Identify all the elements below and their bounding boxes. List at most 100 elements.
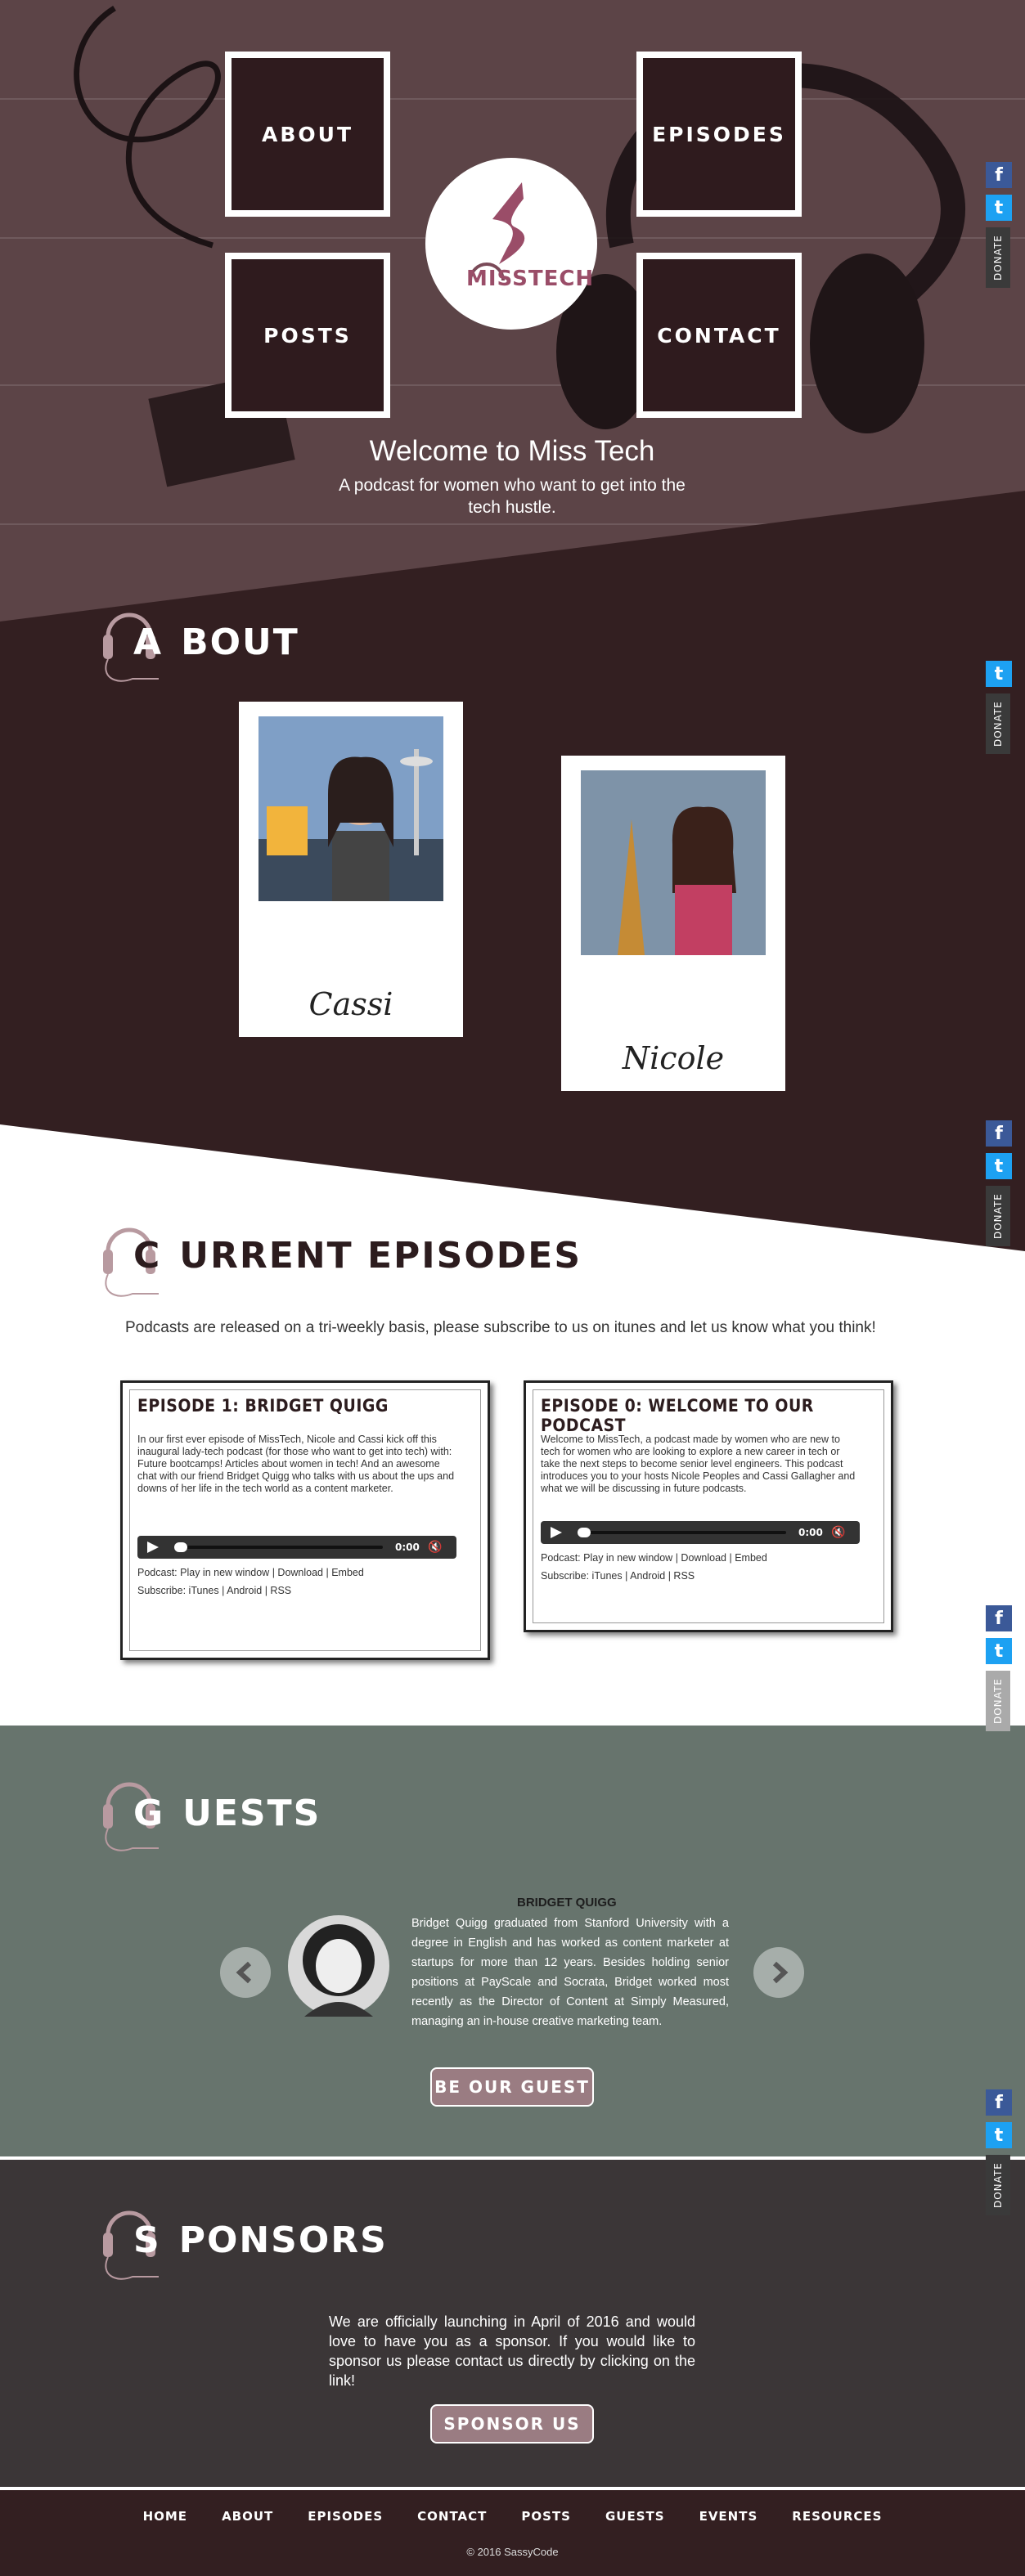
- footer-link-resources[interactable]: RESOURCES: [792, 2509, 882, 2524]
- sponsor-us-label: SPONSOR US: [443, 2414, 581, 2434]
- be-our-guest-label: BE OUR GUEST: [434, 2077, 590, 2097]
- copyright: © 2016 SassyCode: [466, 2546, 559, 2558]
- episode-description: Welcome to MissTech, a podcast made by w…: [541, 1434, 856, 1494]
- itunes-link[interactable]: iTunes: [592, 1570, 623, 1582]
- itunes-link[interactable]: iTunes: [189, 1585, 219, 1596]
- donate-label: DONATE: [992, 2162, 1004, 2208]
- android-link[interactable]: Android: [630, 1570, 665, 1582]
- facebook-icon[interactable]: f: [986, 162, 1012, 188]
- donate-label: DONATE: [992, 701, 1004, 747]
- subscribe-label: Subscribe:: [541, 1570, 590, 1582]
- episodes-heading: C URRENT EPISODES: [133, 1235, 582, 1277]
- audio-scrubber-handle[interactable]: [174, 1542, 187, 1552]
- footer: HOME ABOUT EPISODES CONTACT POSTS GUESTS…: [0, 2490, 1025, 2576]
- guests-heading-rest: UESTS: [182, 1793, 321, 1834]
- carousel-next-button[interactable]: [753, 1947, 804, 1998]
- facebook-icon[interactable]: f: [986, 1120, 1012, 1147]
- twitter-glyph: t: [994, 1156, 1004, 1177]
- nav-contact-label: CONTACT: [657, 323, 781, 348]
- nav-episodes-button[interactable]: EPISODES: [636, 52, 802, 217]
- download-link[interactable]: Download: [277, 1567, 323, 1578]
- about-heading: A BOUT: [133, 622, 299, 663]
- footer-link-posts[interactable]: POSTS: [521, 2509, 571, 2524]
- play-icon[interactable]: [147, 1542, 159, 1553]
- footer-link-events[interactable]: EVENTS: [699, 2509, 758, 2524]
- facebook-glyph: f: [995, 2092, 1003, 2113]
- sponsor-us-button[interactable]: SPONSOR US: [430, 2404, 594, 2444]
- audio-player[interactable]: 0:00 🔇: [137, 1536, 456, 1559]
- social-bar: f t DONATE: [986, 1120, 1012, 1246]
- footer-nav: HOME ABOUT EPISODES CONTACT POSTS GUESTS…: [0, 2509, 1025, 2524]
- donate-label: DONATE: [992, 1678, 1004, 1724]
- lightning-bolt-icon: [469, 182, 525, 281]
- episodes-intro: Podcasts are released on a tri-weekly ba…: [125, 1319, 876, 1336]
- twitter-glyph: t: [994, 663, 1004, 684]
- nav-posts-label: POSTS: [263, 323, 352, 348]
- cassi-avatar-image: [258, 716, 443, 901]
- play-new-window-link[interactable]: Play in new window: [180, 1567, 269, 1578]
- be-our-guest-button[interactable]: BE OUR GUEST: [430, 2067, 594, 2107]
- android-link[interactable]: Android: [227, 1585, 262, 1596]
- nav-about-label: ABOUT: [261, 122, 353, 146]
- episode-title: EPISODE 1: BRIDGET QUIGG: [137, 1396, 389, 1416]
- episode-card: EPISODE 0: WELCOME TO OUR PODCAST Welcom…: [524, 1380, 893, 1632]
- rss-link[interactable]: RSS: [673, 1570, 695, 1582]
- donate-button[interactable]: DONATE: [986, 1186, 1010, 1246]
- audio-time: 0:00: [395, 1542, 420, 1553]
- footer-link-episodes[interactable]: EPISODES: [308, 2509, 383, 2524]
- nav-contact-button[interactable]: CONTACT: [636, 253, 802, 418]
- misstech-logo[interactable]: MISSTECH: [425, 158, 597, 330]
- chevron-right-icon: [772, 1961, 789, 1984]
- guests-heading: G UESTS: [133, 1793, 321, 1834]
- episode-title: EPISODE 0: WELCOME TO OUR PODCAST: [541, 1396, 814, 1435]
- twitter-glyph: t: [994, 1640, 1004, 1662]
- episodes-heading-rest: URRENT EPISODES: [179, 1235, 582, 1277]
- mute-icon[interactable]: 🔇: [831, 1526, 845, 1539]
- twitter-icon[interactable]: t: [986, 2122, 1012, 2148]
- twitter-icon[interactable]: t: [986, 661, 1012, 687]
- nav-episodes-label: EPISODES: [652, 122, 786, 146]
- nav-posts-button[interactable]: POSTS: [225, 253, 390, 418]
- twitter-icon[interactable]: t: [986, 195, 1012, 221]
- play-icon[interactable]: [551, 1527, 562, 1538]
- rss-link[interactable]: RSS: [270, 1585, 291, 1596]
- donate-button[interactable]: DONATE: [986, 1671, 1010, 1731]
- twitter-glyph: t: [994, 2125, 1004, 2146]
- about-heading-rest: BOUT: [181, 622, 299, 663]
- episodes-heading-initial: C: [133, 1235, 162, 1277]
- host-name-cassi: Cassi: [308, 986, 393, 1022]
- facebook-icon[interactable]: f: [986, 1605, 1012, 1631]
- about-heading-initial: A: [133, 622, 164, 663]
- episode-card: EPISODE 1: BRIDGET QUIGG In our first ev…: [120, 1380, 490, 1660]
- subscribe-label: Subscribe:: [137, 1585, 187, 1596]
- footer-link-home[interactable]: HOME: [143, 2509, 187, 2524]
- embed-link[interactable]: Embed: [735, 1552, 767, 1564]
- sponsors-heading-initial: S: [133, 2219, 161, 2261]
- carousel-prev-button[interactable]: [220, 1947, 271, 1998]
- twitter-icon[interactable]: t: [986, 1153, 1012, 1179]
- facebook-icon[interactable]: f: [986, 2089, 1012, 2116]
- footer-link-guests[interactable]: GUESTS: [605, 2509, 665, 2524]
- audio-scrubber-handle[interactable]: [578, 1528, 591, 1537]
- nav-about-button[interactable]: ABOUT: [225, 52, 390, 217]
- download-link[interactable]: Download: [681, 1552, 726, 1564]
- podcast-links: Podcast: Play in new window | Download |…: [541, 1552, 767, 1564]
- host-card-nicole: Nicole: [561, 756, 785, 1091]
- guest-name: BRIDGET QUIGG: [517, 1896, 617, 1910]
- twitter-icon[interactable]: t: [986, 1638, 1012, 1664]
- guests-heading-initial: G: [133, 1793, 165, 1834]
- social-bar: t DONATE: [986, 661, 1012, 754]
- donate-button[interactable]: DONATE: [986, 693, 1010, 754]
- play-new-window-link[interactable]: Play in new window: [583, 1552, 672, 1564]
- host-name-nicole: Nicole: [622, 1040, 725, 1076]
- donate-button[interactable]: DONATE: [986, 2155, 1010, 2215]
- footer-link-about[interactable]: ABOUT: [222, 2509, 273, 2524]
- mute-icon[interactable]: 🔇: [428, 1541, 442, 1554]
- social-bar: f t DONATE: [986, 1605, 1012, 1731]
- audio-player[interactable]: 0:00 🔇: [541, 1521, 860, 1544]
- donate-button[interactable]: DONATE: [986, 227, 1010, 288]
- embed-link[interactable]: Embed: [331, 1567, 364, 1578]
- audio-progress-bar[interactable]: [578, 1531, 786, 1534]
- audio-progress-bar[interactable]: [174, 1546, 383, 1549]
- footer-link-contact[interactable]: CONTACT: [417, 2509, 487, 2524]
